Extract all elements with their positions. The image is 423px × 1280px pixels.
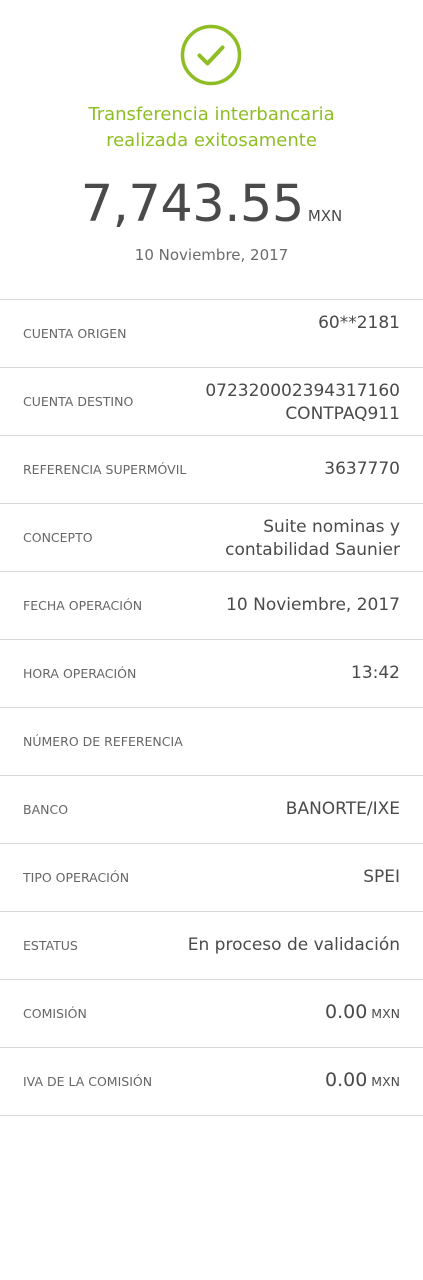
- detail-label: BANCO: [23, 802, 69, 817]
- success-title-line1: Transferencia interbancaria: [88, 104, 335, 125]
- detail-row-estatus: ESTATUS En proceso de validación: [0, 912, 423, 980]
- money-currency: MXN: [371, 1074, 400, 1089]
- detail-label: FECHA OPERACIÓN: [23, 598, 143, 613]
- detail-value: 10 Noviembre, 2017: [226, 595, 400, 615]
- amount-value: 7,743.55: [80, 175, 305, 234]
- transfer-receipt-screen: Transferencia interbancaria realizada ex…: [0, 0, 423, 1280]
- detail-label: IVA DE LA COMISIÓN: [23, 1074, 153, 1089]
- detail-value: 13:42: [351, 663, 400, 683]
- detail-value: 072320002394317160 CONTPAQ911: [170, 380, 400, 426]
- amount-currency: MXN: [307, 207, 343, 225]
- money-amount: 0.00: [324, 1001, 368, 1023]
- detail-row-hora-operacion: HORA OPERACIÓN 13:42: [0, 640, 423, 708]
- detail-row-comision: COMISIÓN 0.00 MXN: [0, 980, 423, 1048]
- details-list: CUENTA ORIGEN 60**2181 CUENTA DESTINO 07…: [0, 299, 423, 1116]
- money-currency: MXN: [371, 1006, 400, 1021]
- transfer-date: 10 Noviembre, 2017: [134, 246, 289, 264]
- detail-value-line1: 072320002394317160: [205, 381, 400, 401]
- transfer-amount: 7,743.55 MXN: [0, 172, 423, 238]
- detail-row-tipo-operacion: TIPO OPERACIÓN SPEI: [0, 844, 423, 912]
- detail-value: BANORTE/IXE: [285, 799, 400, 819]
- detail-value-line2: contabilidad Saunier: [225, 540, 400, 560]
- detail-value-line1: Suite nominas y: [263, 517, 400, 537]
- money-amount: 0.00: [324, 1069, 368, 1091]
- detail-value: En proceso de validación: [187, 935, 400, 955]
- detail-value-line2: CONTPAQ911: [285, 404, 400, 424]
- detail-row-cuenta-origen: CUENTA ORIGEN 60**2181: [0, 300, 423, 368]
- detail-label: TIPO OPERACIÓN: [23, 870, 130, 885]
- detail-value: 3637770: [324, 459, 400, 479]
- detail-label: NÚMERO DE REFERENCIA: [23, 734, 183, 749]
- detail-value: SPEI: [363, 867, 400, 887]
- detail-label: CONCEPTO: [23, 530, 93, 545]
- detail-label: CUENTA ORIGEN: [23, 326, 127, 341]
- detail-label: ESTATUS: [23, 938, 78, 953]
- detail-row-cuenta-destino: CUENTA DESTINO 072320002394317160 CONTPA…: [0, 368, 423, 436]
- detail-label: COMISIÓN: [23, 1006, 87, 1021]
- detail-label: HORA OPERACIÓN: [23, 666, 137, 681]
- check-circle-icon: [180, 24, 242, 86]
- detail-label: REFERENCIA SUPERMÓVIL: [23, 462, 187, 477]
- detail-row-concepto: CONCEPTO Suite nominas y contabilidad Sa…: [0, 504, 423, 572]
- detail-row-fecha-operacion: FECHA OPERACIÓN 10 Noviembre, 2017: [0, 572, 423, 640]
- detail-money-value: 0.00 MXN: [325, 1069, 400, 1091]
- success-title-line2: realizada exitosamente: [106, 130, 317, 151]
- detail-row-referencia-supermovil: REFERENCIA SUPERMÓVIL 3637770: [0, 436, 423, 504]
- detail-label: CUENTA DESTINO: [23, 394, 134, 409]
- detail-money-value: 0.00 MXN: [325, 1001, 400, 1023]
- success-title: Transferencia interbancaria realizada ex…: [0, 102, 423, 154]
- detail-value: Suite nominas y contabilidad Saunier: [170, 516, 400, 562]
- detail-value: 60**2181: [318, 313, 400, 333]
- detail-row-numero-referencia: NÚMERO DE REFERENCIA: [0, 708, 423, 776]
- detail-row-banco: BANCO BANORTE/IXE: [0, 776, 423, 844]
- detail-row-iva-comision: IVA DE LA COMISIÓN 0.00 MXN: [0, 1048, 423, 1116]
